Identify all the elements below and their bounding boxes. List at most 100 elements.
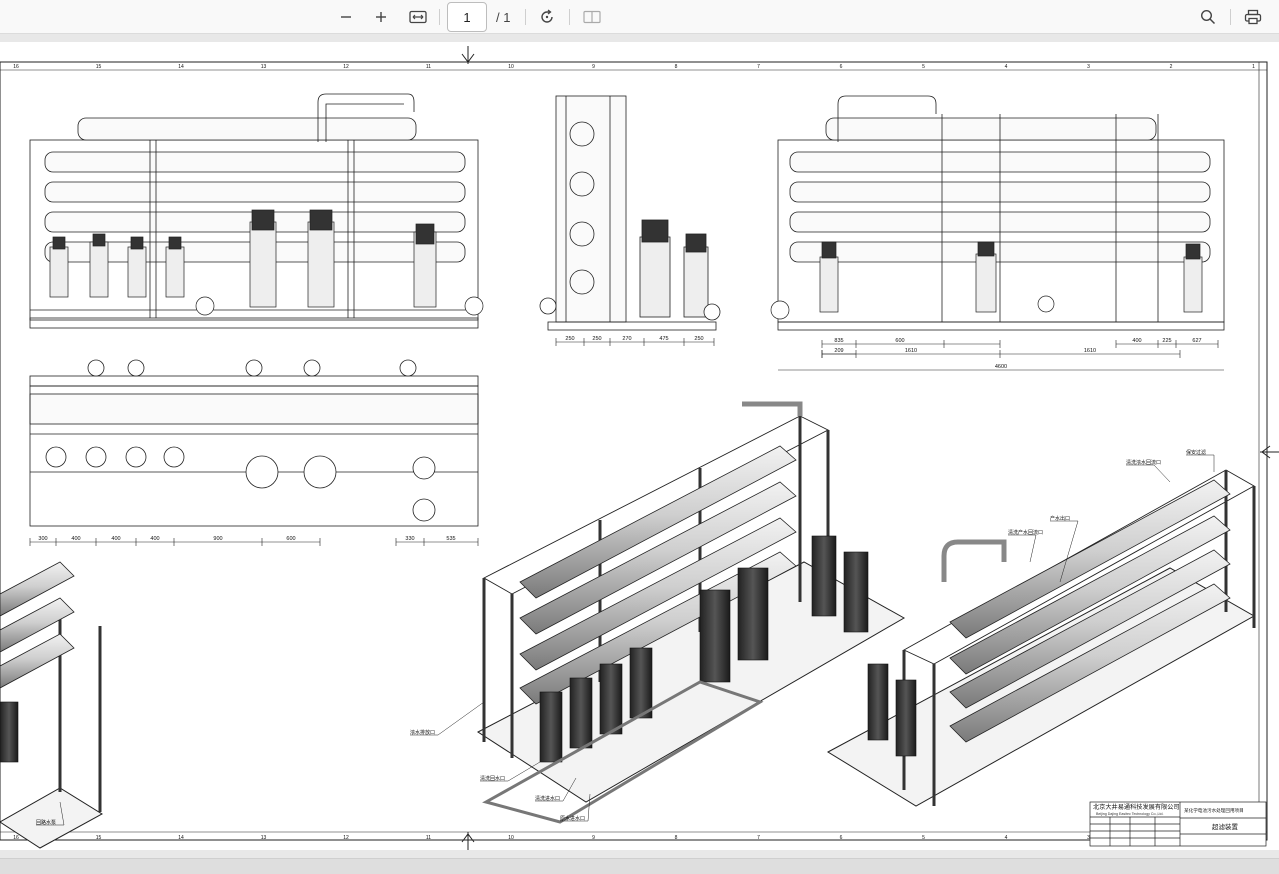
ruler-number: 11 [426, 835, 431, 841]
ruler-number: 9 [592, 835, 595, 841]
minus-icon [341, 16, 351, 18]
callout-label: 保安过滤 [1186, 449, 1206, 456]
center-mark-bottom [461, 832, 475, 850]
ruler-number: 16 [13, 64, 19, 70]
dims-right-label: 627 [1192, 338, 1201, 344]
rotate-icon [541, 9, 553, 23]
dims-right-label: 1610 [905, 348, 917, 354]
dims-plan-label: 400 [111, 536, 120, 542]
callout-label: 原水进水口 [560, 815, 585, 822]
ruler-number: 12 [343, 835, 349, 841]
ruler-number: 1 [1252, 64, 1255, 70]
isometric-skid-partial-left [0, 561, 103, 849]
dims-right-label: 225 [1162, 338, 1171, 344]
ruler-number: 6 [840, 64, 843, 70]
callout-label: 产水出口 [1050, 515, 1070, 522]
dims-front-label: 250 [592, 336, 601, 342]
side-elevation-view [539, 95, 721, 331]
rotate-button[interactable] [534, 5, 560, 29]
rear-view-dimensions: 835 6001610 1610400 225 6272094600 [778, 338, 1224, 371]
callout-label: 浓水排放口 [410, 729, 435, 736]
pdf-toolbar: 1 / 1 [0, 0, 1279, 34]
dims-plan-label: 535 [446, 536, 455, 542]
ruler-number: 15 [96, 64, 102, 70]
ruler-number: 13 [261, 835, 267, 841]
ruler-number: 6 [840, 835, 843, 841]
page-total-label: / 1 [496, 10, 511, 25]
center-mark-top [461, 46, 475, 64]
dims-plan-label: 330 [405, 536, 414, 542]
page-number-input[interactable]: 1 [447, 2, 487, 32]
drawing-sheet: 16 16 15 15 14 14 13 13 12 12 11 11 10 10 9 9 8 8 7 7 6 6 5 5 4 4… [0, 42, 1279, 850]
ruler-number: 5 [922, 835, 925, 841]
viewer-statusbar [0, 858, 1279, 874]
toolbar-divider [569, 9, 570, 25]
callout-label: 清洗进水口 [535, 795, 560, 802]
title-block-company-en: Beijing Dajing Easitec Technology Co.,Lt… [1096, 812, 1163, 816]
dims-front-label: 250 [565, 336, 574, 342]
ruler-number: 11 [426, 64, 431, 70]
ruler-number: 7 [757, 64, 760, 70]
dims-front-label: 475 [659, 336, 668, 342]
dims-right-label: 400 [1132, 338, 1141, 344]
dims-plan-label: 400 [150, 536, 159, 542]
ruler-number: 13 [261, 64, 267, 70]
dims-plan-label: 300 [38, 536, 47, 542]
dims-plan-label: 900 [213, 536, 222, 542]
dims-front-label: 270 [622, 336, 631, 342]
toolbar-divider [439, 9, 440, 25]
title-block-company: 北京大井易通科技发展有限公司 [1093, 803, 1180, 811]
title-block-drawing-name: 超滤装置 [1212, 822, 1239, 831]
zoom-in-button[interactable] [368, 5, 394, 29]
two-page-view-button[interactable] [579, 5, 605, 29]
ruler-number: 15 [96, 835, 102, 841]
ruler-number: 12 [343, 64, 349, 70]
dims-right-label: 209 [834, 348, 843, 354]
plan-view-dimensions: 300 400 400 400 900 600 330 535 [29, 536, 479, 546]
toolbar-divider [525, 9, 526, 25]
dims-right-label: 835 [834, 338, 843, 344]
callout-label: 回路水泵 [36, 819, 56, 826]
fit-width-icon [409, 10, 427, 24]
plus-icon [376, 12, 386, 22]
dim-total-label: 4600 [995, 364, 1007, 370]
dims-right-label: 600 [895, 338, 904, 344]
two-page-icon [583, 10, 601, 24]
document-viewer[interactable]: 16 16 15 15 14 14 13 13 12 12 11 11 10 10 9 9 8 8 7 7 6 6 5 5 4 4… [0, 34, 1279, 858]
ruler-number: 7 [757, 835, 760, 841]
ruler-number: 14 [178, 835, 184, 841]
ruler-number: 3 [1087, 64, 1090, 70]
search-icon [1200, 9, 1216, 25]
ruler-number: 16 [13, 835, 19, 841]
search-button[interactable] [1195, 5, 1221, 29]
fit-width-button[interactable] [405, 5, 431, 29]
ruler-number: 8 [675, 64, 678, 70]
ruler-number: 14 [178, 64, 184, 70]
ruler-number: 2 [1170, 64, 1173, 70]
ruler-number: 4 [1005, 835, 1008, 841]
center-mark-right [1260, 445, 1279, 459]
ruler-number: 10 [508, 64, 514, 70]
plan-view-flanges [45, 359, 436, 522]
ruler-number: 5 [922, 64, 925, 70]
print-button[interactable] [1240, 5, 1266, 29]
ruler-number: 4 [1005, 64, 1008, 70]
dims-plan-label: 400 [71, 536, 80, 542]
engineering-drawing: 1616151514141313121211111010998877665544… [0, 46, 1279, 850]
callout-label: 清洗产水回流口 [1008, 529, 1043, 536]
callout-label: 清洗浓水回流口 [1126, 459, 1161, 466]
ruler-number: 9 [592, 64, 595, 70]
callout-label: 清洗回水口 [480, 775, 505, 782]
ruler-number: 10 [508, 835, 514, 841]
side-view-dimensions: 250 250 270 475 250 [555, 336, 715, 346]
print-icon [1244, 9, 1262, 25]
ruler-number: 8 [675, 835, 678, 841]
zoom-out-button[interactable] [333, 5, 359, 29]
toolbar-divider [1230, 9, 1231, 25]
title-block-project: 某化学电池污水处理回用项目 [1184, 807, 1244, 814]
rear-elevation-view [777, 95, 1225, 331]
dims-right-label: 1610 [1084, 348, 1096, 354]
dims-plan-label: 600 [286, 536, 295, 542]
isometric-skid-right [826, 469, 1256, 807]
dims-front-label: 250 [694, 336, 703, 342]
